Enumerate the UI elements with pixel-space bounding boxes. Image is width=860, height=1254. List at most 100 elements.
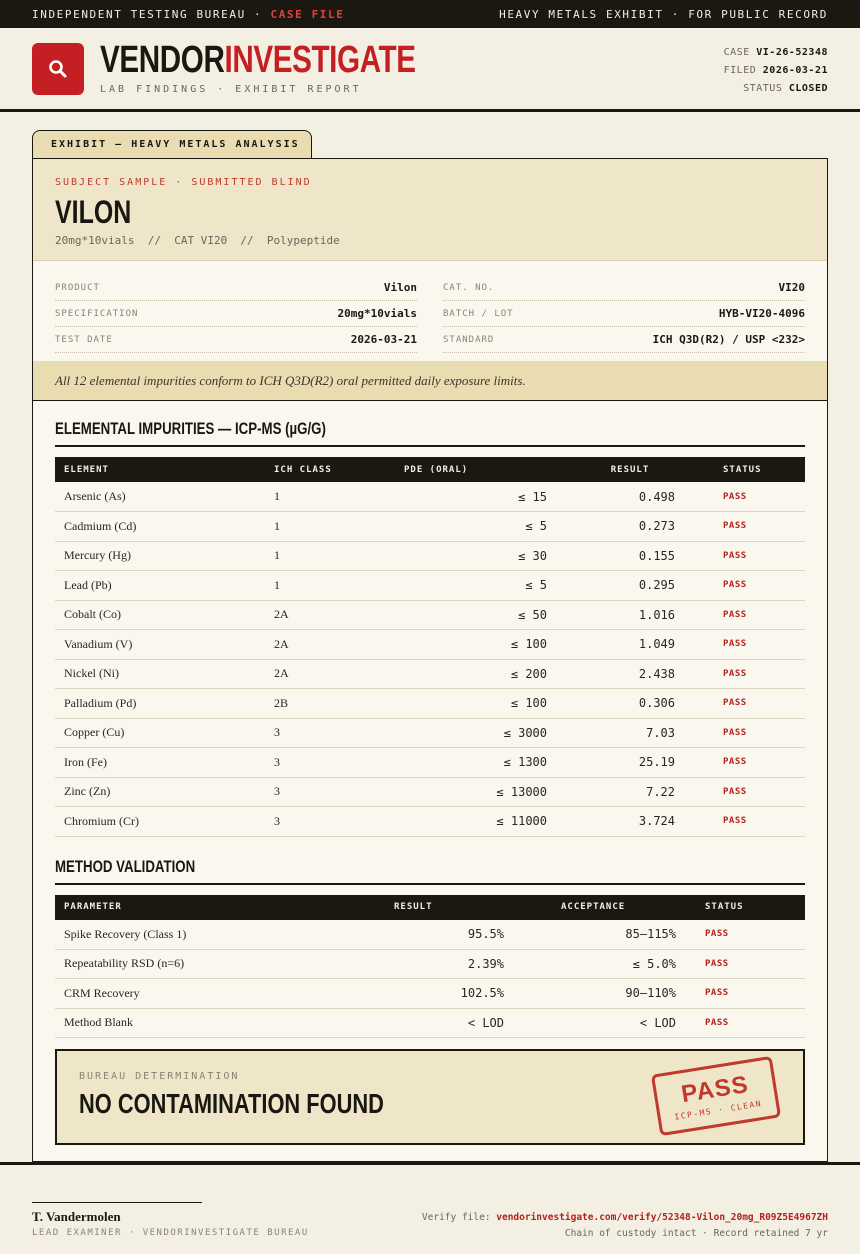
- pde-cell: ≤ 3000: [395, 718, 575, 748]
- case-number: VI-26-52348: [756, 47, 828, 58]
- validation-section-title: METHOD VALIDATION: [55, 857, 805, 885]
- footer-divider: [0, 1162, 860, 1165]
- case-meta: CASE VI-26-52348 FILED 2026-03-21 STATUS…: [724, 44, 828, 98]
- acceptance-cell: < LOD: [513, 1008, 685, 1038]
- element-cell: Nickel (Ni): [55, 659, 265, 689]
- table-row: Arsenic (As) 1 ≤ 15 0.498 PASS: [55, 482, 805, 512]
- table-row: Spike Recovery (Class 1) 95.5% 85–115% PASS: [55, 919, 805, 950]
- header: VENDORINVESTIGATE LAB FINDINGS · EXHIBIT…: [0, 28, 860, 112]
- acceptance-cell: 85–115%: [513, 919, 685, 950]
- status-cell: PASS: [685, 482, 805, 512]
- col-header: PDE (ORAL): [395, 457, 575, 482]
- ich-class-cell: 1: [265, 511, 395, 542]
- brand: VENDORINVESTIGATE LAB FINDINGS · EXHIBIT…: [100, 39, 416, 95]
- case-label: CASE: [723, 47, 750, 58]
- top-bar-right: HEAVY METALS EXHIBIT · FOR PUBLIC RECORD: [499, 7, 828, 21]
- element-cell: Vanadium (V): [55, 629, 265, 660]
- element-cell: Copper (Cu): [55, 718, 265, 748]
- pde-cell: ≤ 11000: [395, 806, 575, 837]
- result-cell: 0.306: [575, 688, 685, 719]
- bureau-label: INDEPENDENT TESTING BUREAU ·: [32, 7, 271, 21]
- status-cell: PASS: [685, 541, 805, 571]
- verify-link[interactable]: vendorinvestigate.com/verify/52348-Vilon…: [496, 1212, 828, 1223]
- pde-cell: ≤ 100: [395, 629, 575, 660]
- element-cell: Iron (Fe): [55, 747, 265, 778]
- result-cell: 2.39%: [385, 949, 513, 979]
- parameter-cell: Spike Recovery (Class 1): [55, 919, 385, 950]
- acceptance-cell: 90–110%: [513, 978, 685, 1009]
- impurities-section-title: ELEMENTAL IMPURITIES — ICP-MS (µG/G): [55, 419, 805, 447]
- subject-name: VILON: [55, 194, 132, 230]
- verify-block: Verify file: vendorinvestigate.com/verif…: [422, 1210, 828, 1242]
- result-cell: 102.5%: [385, 978, 513, 1009]
- table-row: Method Blank < LOD < LOD PASS: [55, 1008, 805, 1038]
- element-cell: Palladium (Pd): [55, 688, 265, 719]
- brand-name-part2: INVESTIGATE: [224, 39, 416, 81]
- meta-row: CAT. NO. VI20: [443, 275, 805, 301]
- ich-class-cell: 2A: [265, 629, 395, 660]
- pde-cell: ≤ 13000: [395, 777, 575, 807]
- status-cell: PASS: [685, 718, 805, 748]
- table-row: Chromium (Cr) 3 ≤ 11000 3.724 PASS: [55, 806, 805, 837]
- meta-column-right: CAT. NO. VI20 BATCH / LOT HYB-VI20-4096 ST…: [443, 275, 805, 353]
- status-cell: PASS: [685, 629, 805, 660]
- col-header: PARAMETER: [55, 894, 385, 920]
- parameter-cell: Repeatability RSD (n=6): [55, 949, 385, 979]
- col-header: RESULT: [575, 457, 685, 482]
- impurities-table: ELEMENT ICH CLASS PDE (ORAL) RESULT STAT…: [55, 457, 805, 837]
- status-cell: PASS: [685, 777, 805, 807]
- ich-class-cell: 3: [265, 747, 395, 778]
- element-cell: Chromium (Cr): [55, 806, 265, 837]
- ich-class-cell: 1: [265, 570, 395, 601]
- meta-row: SPECIFICATION 20mg*10vials: [55, 301, 417, 327]
- table-row: Mercury (Hg) 1 ≤ 30 0.155 PASS: [55, 541, 805, 571]
- meta-column-left: PRODUCT Vilon SPECIFICATION 20mg*10vials T…: [55, 275, 417, 353]
- table-row: Palladium (Pd) 2B ≤ 100 0.306 PASS: [55, 688, 805, 719]
- status-cell: PASS: [685, 1008, 805, 1038]
- result-cell: 0.498: [575, 482, 685, 512]
- brand-subtitle: LAB FINDINGS · EXHIBIT REPORT: [100, 84, 362, 95]
- subject-panel: SUBJECT SAMPLE · SUBMITTED BLIND VILON 2…: [33, 159, 827, 261]
- parameter-cell: CRM Recovery: [55, 978, 385, 1009]
- ich-class-cell: 1: [265, 541, 395, 571]
- meta-row: BATCH / LOT HYB-VI20-4096: [443, 301, 805, 327]
- element-cell: Lead (Pb): [55, 570, 265, 601]
- verify-label: Verify file:: [421, 1212, 497, 1223]
- meta-row: TEST DATE 2026-03-21: [55, 327, 417, 353]
- subject-label: SUBJECT SAMPLE · SUBMITTED BLIND: [55, 177, 312, 188]
- element-cell: Mercury (Hg): [55, 541, 265, 571]
- element-cell: Cadmium (Cd): [55, 511, 265, 542]
- top-bar: INDEPENDENT TESTING BUREAU · CASE FILE H…: [0, 0, 860, 28]
- result-cell: 7.22: [575, 777, 685, 807]
- result-cell: 25.19: [575, 747, 685, 778]
- result-cell: 0.295: [575, 570, 685, 601]
- result-cell: 7.03: [575, 718, 685, 748]
- ich-class-cell: 3: [265, 806, 395, 837]
- status-cell: PASS: [685, 659, 805, 689]
- element-cell: Zinc (Zn): [55, 777, 265, 807]
- result-cell: 95.5%: [385, 919, 513, 950]
- filed-label: FILED: [723, 65, 757, 76]
- brand-name-part1: VENDOR: [100, 39, 225, 81]
- table-row: Nickel (Ni) 2A ≤ 200 2.438 PASS: [55, 659, 805, 689]
- element-cell: Cobalt (Co): [55, 600, 265, 630]
- meta-grid: PRODUCT Vilon SPECIFICATION 20mg*10vials T…: [33, 261, 827, 361]
- impurities-header-row: ELEMENT ICH CLASS PDE (ORAL) RESULT STAT…: [55, 457, 805, 482]
- ich-class-cell: 2A: [265, 659, 395, 689]
- status-cell: PASS: [685, 511, 805, 542]
- status-cell: PASS: [685, 570, 805, 601]
- ich-class-cell: 1: [265, 482, 395, 512]
- filed-date: 2026-03-21: [762, 65, 828, 76]
- pde-cell: ≤ 5: [395, 570, 575, 601]
- table-row: Lead (Pb) 1 ≤ 5 0.295 PASS: [55, 570, 805, 601]
- result-cell: < LOD: [385, 1008, 513, 1038]
- result-cell: 2.438: [575, 659, 685, 689]
- signature-line: [32, 1202, 202, 1203]
- result-cell: 0.273: [575, 511, 685, 542]
- result-cell: 0.155: [575, 541, 685, 571]
- signer-name: T. Vandermolen: [32, 1209, 121, 1224]
- pde-cell: ≤ 200: [395, 659, 575, 689]
- result-cell: 1.016: [575, 600, 685, 630]
- pde-cell: ≤ 15: [395, 482, 575, 512]
- table-row: Copper (Cu) 3 ≤ 3000 7.03 PASS: [55, 718, 805, 748]
